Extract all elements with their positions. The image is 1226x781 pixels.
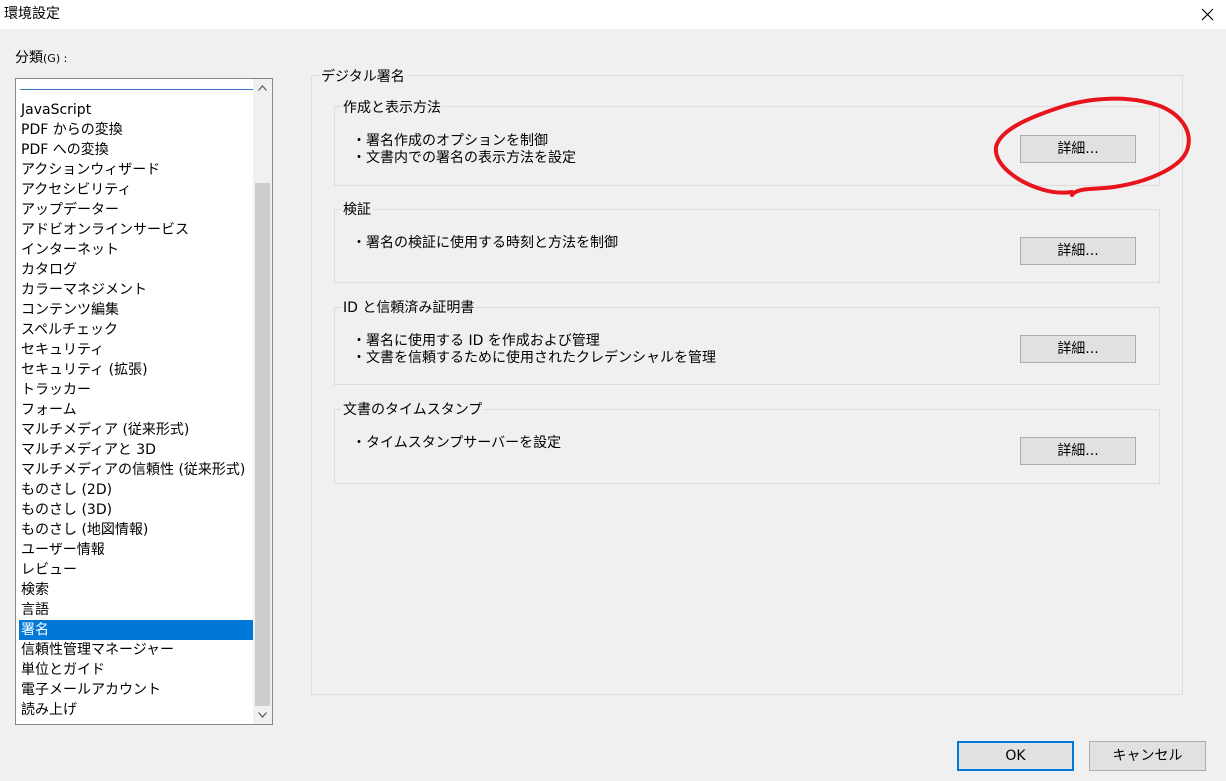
category-item[interactable]: PDF への変換 [19,140,253,160]
bullet-text: ・署名に使用する ID を作成および管理 [352,333,600,349]
category-item[interactable]: インターネット [19,240,253,260]
category-item[interactable]: PDF からの変換 [19,120,253,140]
title-bar: 環境設定 [0,0,1226,29]
close-icon [1201,8,1214,21]
scroll-down-button[interactable] [253,706,272,724]
category-item[interactable]: 言語 [19,600,253,620]
category-label-text: 分類 [15,50,43,66]
scroll-up-button[interactable] [253,79,272,97]
category-item[interactable]: セキュリティ [19,340,253,360]
category-item[interactable]: アクセシビリティ [19,180,253,200]
ok-button[interactable]: OK [957,741,1074,771]
category-item[interactable]: マルチメディア (従来形式) [19,420,253,440]
cancel-button[interactable]: キャンセル [1089,741,1206,771]
category-list[interactable]: JavaScript PDF からの変換 PDF への変換 アクションウィザード アクセ… [15,78,273,725]
category-item[interactable]: 読み上げ [19,700,253,720]
bullet-text: ・署名作成のオプションを制御 [352,133,548,149]
category-item[interactable]: ものさし (3D) [19,500,253,520]
identities-details-button[interactable]: 詳細... [1020,335,1136,363]
category-item[interactable]: アドビオンラインサービス [19,220,253,240]
group-title-timestamp: 文書のタイムスタンプ [341,399,485,419]
panel-title: デジタル署名 [319,66,407,86]
bullet-text: ・文書内での署名の表示方法を設定 [352,150,576,166]
category-item[interactable]: カラーマネジメント [19,280,253,300]
chevron-up-icon [258,85,267,91]
group-verification-bullets: ・署名の検証に使用する時刻と方法を制御 [352,235,618,252]
category-item[interactable]: JavaScript [19,100,253,120]
category-item[interactable]: レビュー [19,560,253,580]
creation-details-button[interactable]: 詳細... [1020,135,1136,163]
group-title-creation: 作成と表示方法 [341,97,443,117]
window-title: 環境設定 [4,6,60,22]
verification-details-button[interactable]: 詳細... [1020,237,1136,265]
bullet-text: ・文書を信頼するために使用されたクレデンシャルを管理 [352,350,716,366]
category-items: JavaScript PDF からの変換 PDF への変換 アクションウィザード アクセ… [19,100,253,720]
category-item[interactable]: アップデーター [19,200,253,220]
group-identities-bullets: ・署名に使用する ID を作成および管理 ・文書を信頼するために使用されたクレデ… [352,333,716,367]
category-item[interactable]: アクションウィザード [19,160,253,180]
bullet-text: ・タイムスタンプサーバーを設定 [352,435,562,451]
group-title-identities: ID と信頼済み証明書 [341,297,477,317]
bullet-text: ・署名の検証に使用する時刻と方法を制御 [352,235,618,251]
list-separator [20,89,253,90]
category-item[interactable]: マルチメディアと 3D [19,440,253,460]
group-title-verification: 検証 [341,199,373,219]
category-item[interactable]: マルチメディアの信頼性 (従来形式) [19,460,253,480]
category-item[interactable]: セキュリティ (拡張) [19,360,253,380]
list-scrollbar[interactable] [253,79,272,724]
group-creation-bullets: ・署名作成のオプションを制御 ・文書内での署名の表示方法を設定 [352,133,576,167]
category-item[interactable]: 電子メールアカウント [19,680,253,700]
category-item[interactable]: 署名 [19,620,253,640]
category-item[interactable]: コンテンツ編集 [19,300,253,320]
category-label: 分類(G) : [15,47,67,67]
category-item[interactable]: 単位とガイド [19,660,253,680]
category-accelerator: (G) : [43,52,68,65]
category-item[interactable]: スペルチェック [19,320,253,340]
category-item[interactable]: ものさし (2D) [19,480,253,500]
close-button[interactable] [1190,0,1226,29]
scroll-thumb[interactable] [255,183,270,706]
category-item[interactable]: カタログ [19,260,253,280]
category-item[interactable]: トラッカー [19,380,253,400]
group-timestamp-bullets: ・タイムスタンプサーバーを設定 [352,435,561,452]
category-item[interactable]: ユーザー情報 [19,540,253,560]
timestamp-details-button[interactable]: 詳細... [1020,437,1136,465]
category-item[interactable]: 検索 [19,580,253,600]
category-item[interactable]: 信頼性管理マネージャー [19,640,253,660]
chevron-down-icon [258,712,267,718]
category-item[interactable]: フォーム [19,400,253,420]
category-item[interactable]: ものさし (地図情報) [19,520,253,540]
